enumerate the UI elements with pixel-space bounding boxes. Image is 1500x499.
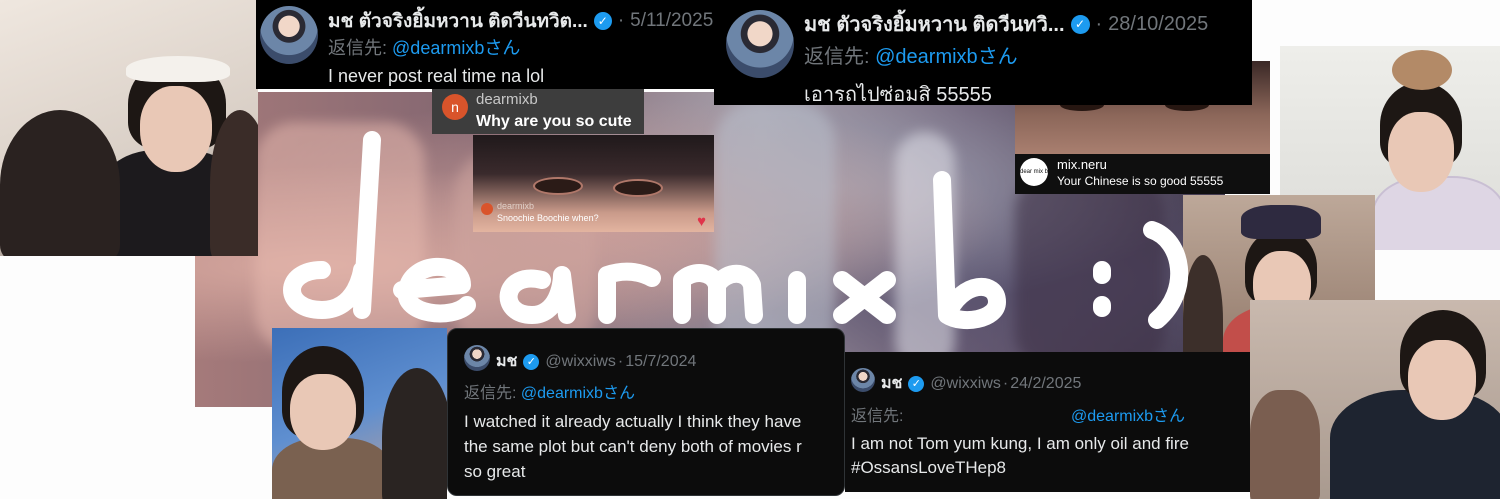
tweet-reply-line: 返信先: @dearmixbさん (851, 402, 1231, 426)
reply-prefix: 返信先: (464, 385, 517, 402)
tweet-author-name: มช (881, 375, 903, 392)
photo-bottom-left (272, 328, 447, 499)
reply-mention[interactable]: @dearmixb (875, 46, 978, 68)
tweet-date: 24/2/2025 (1010, 374, 1082, 392)
tweet-card-2: มช ตัวจริงยิ้มหวาน ติดวีนทวิ... ✓ · 28/1… (714, 0, 1252, 106)
tweet-handle[interactable]: @wixxiws (545, 353, 615, 371)
comment-text: Why are you so cute (476, 113, 632, 130)
tweet-avatar (464, 345, 490, 371)
collage-canvas: n dearmixb Why are you so cute dearmixb … (0, 0, 1500, 499)
snoochie-avatar-icon (481, 203, 493, 215)
tweet-reply-line: 返信先: @dearmixbさん (804, 40, 1018, 69)
tweet-dot: · (1095, 12, 1103, 35)
tweet-card-3: มช ✓ @wixxiws · 15/7/2024 返信先: @dearmixb… (447, 328, 845, 496)
reply-mention[interactable]: @dearmixb (521, 385, 603, 402)
eye-left (533, 177, 583, 195)
tweet-dot: · (1002, 374, 1009, 392)
tweet-header: มช ✓ @wixxiws · 15/7/2024 (496, 349, 696, 374)
commenter-avatar-icon: n (442, 94, 468, 120)
tweet-avatar (851, 368, 875, 392)
neru-username: mix.neru (1057, 157, 1107, 172)
verified-badge-icon: ✓ (523, 353, 540, 370)
tweet-text: I watched it already actually I think th… (464, 412, 802, 481)
neru-text: Your Chinese is so good 55555 (1057, 174, 1224, 188)
tweet-card-1: มช ตัวจริงยิ้มหวาน ติดวีนทวิต... ✓ · 5/1… (256, 0, 714, 89)
reply-mention[interactable]: @dearmixb (1071, 408, 1153, 425)
tweet-author-name: มช (496, 353, 518, 370)
snoochie-text: Snoochie Boochie when? (497, 213, 599, 223)
tweet-author-name: มช ตัวจริงยิ้มหวาน ติดวีนทวิต... (328, 11, 588, 32)
verified-badge-icon: ✓ (593, 12, 612, 30)
tweet-avatar (260, 6, 318, 64)
comment-username: dearmixb (476, 91, 538, 108)
tweet-text: I am not Tom yum kung, I am only oil and… (851, 434, 1189, 477)
reply-mention-group[interactable]: @dearmixbさん (1071, 402, 1185, 426)
tweet-handle[interactable]: @wixxiws (930, 375, 1000, 393)
reply-suffix: さん (977, 46, 1018, 68)
tweet-card-4: มช ✓ @wixxiws · 24/2/2025 返信先: @dearmixb… (845, 352, 1250, 492)
reply-mention[interactable]: @dearmixb (392, 38, 484, 58)
tweet-header: มช ตัวจริงยิ้มหวาน ติดวีนทวิ... ✓ · 28/1… (804, 8, 1208, 40)
tweet-header: มช ✓ @wixxiws · 24/2/2025 (881, 371, 1081, 396)
tweet-text: I never post real time na lol (328, 66, 545, 86)
tweet-reply-line: 返信先: @dearmixbさん (464, 379, 635, 403)
reply-suffix: さん (484, 38, 521, 58)
tweet-date: 28/10/2025 (1108, 12, 1209, 35)
reply-suffix: さん (1153, 408, 1186, 425)
tweet-date: 5/11/2025 (630, 10, 714, 31)
tweet-text: เอารถไปซ่อมสิ 55555 (804, 84, 992, 106)
photo-top-left (0, 0, 258, 256)
verified-badge-icon: ✓ (1070, 14, 1090, 34)
tweet-reply-line: 返信先: @dearmixbさん (328, 34, 520, 60)
eye-right (613, 179, 663, 197)
tweet-author-name: มช ตัวจริงยิ้มหวาน ติดวีนทวิ... (804, 14, 1065, 36)
reply-prefix: 返信先: (328, 38, 388, 58)
reply-prefix: 返信先: (851, 408, 904, 425)
heart-icon: ♥ (697, 213, 706, 230)
tweet-date: 15/7/2024 (625, 352, 697, 370)
verified-badge-icon: ✓ (908, 375, 925, 392)
snoochie-username: dearmixb (497, 201, 535, 211)
tweet-dot: · (617, 10, 625, 31)
comment-cute: n dearmixb Why are you so cute (432, 88, 644, 134)
tweet-dot: · (617, 352, 624, 370)
reply-prefix: 返信先: (804, 46, 870, 68)
photo-bottom-right (1250, 300, 1500, 499)
tweet-avatar (726, 10, 794, 78)
reply-suffix: さん (602, 385, 635, 402)
dearmixb-logo: dear mix b (1020, 158, 1048, 186)
neru-comment-bar: dear mix b mix.neru Your Chinese is so g… (1015, 154, 1270, 194)
eyes-closeup-frame: dearmixb Snoochie Boochie when? ♥ (473, 135, 714, 232)
tweet-header: มช ตัวจริงยิ้มหวาน ติดวีนทวิต... ✓ · 5/1… (328, 6, 713, 36)
